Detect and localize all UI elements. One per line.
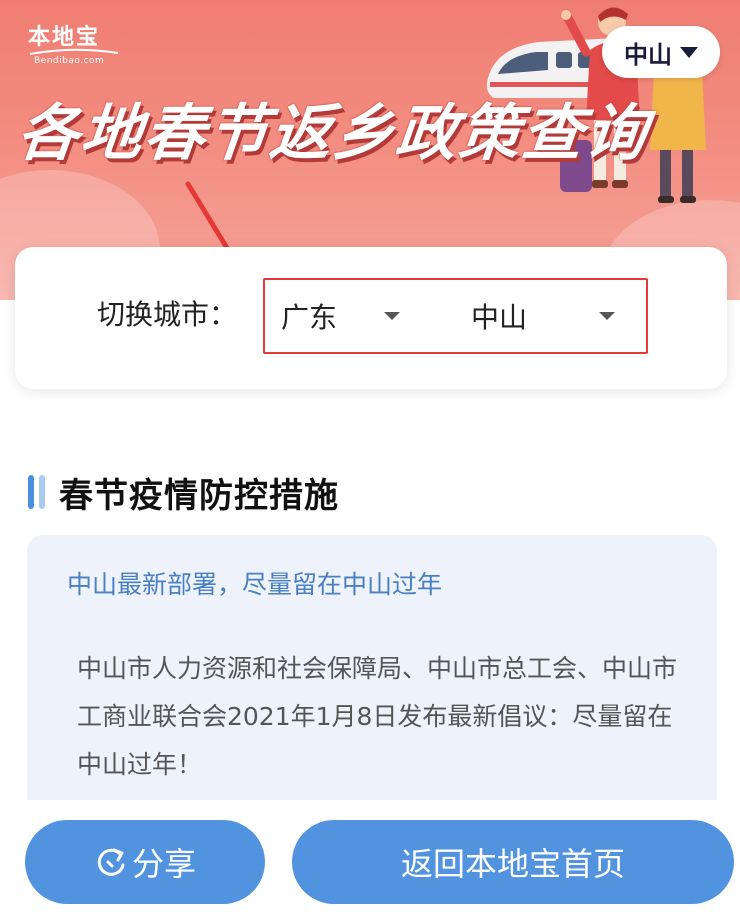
header-city-label: 中山 [624,40,672,69]
logo-swoosh-icon [29,48,119,55]
policy-headline-link[interactable]: 中山最新部署，尽量留在中山过年 [67,567,442,603]
bendibao-logo[interactable]: 本地宝 Bendibao.com [28,24,124,68]
share-refresh-icon [97,848,125,876]
caret-down-icon [680,46,698,58]
city-select-highlight: 广东 中山 [263,278,648,354]
section-bar-icon [39,475,45,509]
section-bar-icon [28,475,34,509]
header-city-selector[interactable]: 中山 [602,26,720,78]
bottom-action-bar: 分享 返回本地宝首页 [0,800,740,912]
logo-brand-text: 本地宝 [28,24,101,50]
share-button-label: 分享 [131,845,196,883]
policy-info-card: 中山最新部署，尽量留在中山过年 中山市人力资源和社会保障局、中山市总工会、中山市… [27,535,717,835]
back-to-home-button[interactable]: 返回本地宝首页 [292,820,734,904]
province-select-value: 广东 [281,300,338,334]
city-select-value: 中山 [471,300,528,334]
share-button[interactable]: 分享 [25,820,265,904]
logo-domain-text: Bendibao.com [34,56,105,66]
dropdown-caret-icon [599,312,615,320]
banner-title: 各地春节返乡政策查询 [14,98,652,169]
section-header: 春节疫情防控措施 [28,470,339,516]
province-select[interactable]: 广东 [281,280,411,351]
city-select[interactable]: 中山 [471,280,631,351]
dropdown-caret-icon [384,312,400,320]
policy-body-text: 中山市人力资源和社会保障局、中山市总工会、中山市工商业联合会2021年1月8日发… [77,654,678,779]
switch-city-label: 切换城市： [97,298,238,331]
back-to-home-label: 返回本地宝首页 [400,845,625,883]
section-title: 春节疫情防控措施 [59,475,339,516]
switch-city-card: 切换城市： 广东 中山 [15,247,727,389]
